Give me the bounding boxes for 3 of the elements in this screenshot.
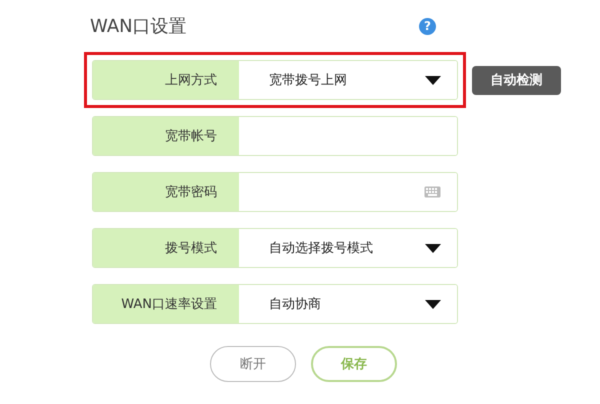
auto-detect-button[interactable]: 自动检测	[472, 66, 561, 94]
disconnect-button[interactable]: 断开	[210, 346, 296, 382]
page-title: WAN口设置	[90, 15, 187, 38]
